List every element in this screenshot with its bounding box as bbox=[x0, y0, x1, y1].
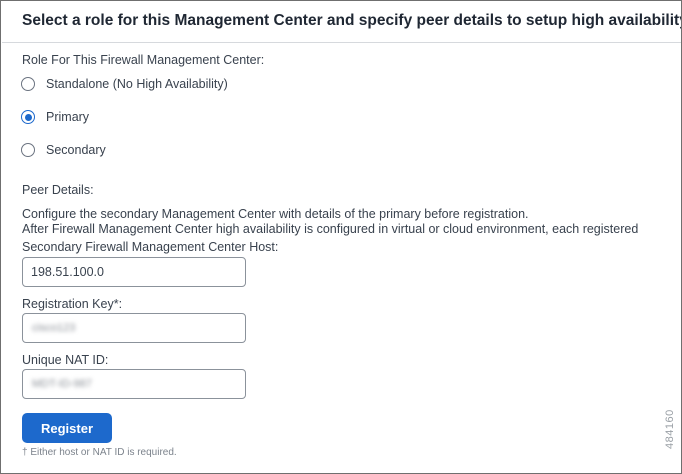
nat-id-input[interactable] bbox=[22, 369, 246, 399]
host-label: Secondary Firewall Management Center Hos… bbox=[22, 240, 279, 254]
radio-standalone-label[interactable]: Standalone (No High Availability) bbox=[46, 77, 228, 91]
radio-secondary[interactable]: Secondary bbox=[21, 141, 106, 159]
registration-key-input[interactable] bbox=[22, 313, 246, 343]
heading-divider bbox=[2, 42, 681, 43]
role-label: Role For This Firewall Management Center… bbox=[22, 53, 265, 67]
peer-details-label: Peer Details: bbox=[22, 183, 94, 197]
ha-registration-panel: Select a role for this Management Center… bbox=[0, 0, 682, 474]
radio-primary[interactable]: Primary bbox=[21, 108, 89, 126]
registration-key-label: Registration Key*: bbox=[22, 297, 123, 311]
radio-primary-label[interactable]: Primary bbox=[46, 110, 89, 124]
radio-standalone[interactable]: Standalone (No High Availability) bbox=[21, 75, 228, 93]
required-footnote: † Either host or NAT ID is required. bbox=[22, 447, 177, 458]
radio-secondary-circle[interactable] bbox=[21, 143, 35, 157]
peer-description-line2: After Firewall Management Center high av… bbox=[22, 222, 639, 236]
radio-standalone-circle[interactable] bbox=[21, 77, 35, 91]
radio-primary-circle[interactable] bbox=[21, 110, 35, 124]
peer-description-line1: Configure the secondary Management Cente… bbox=[22, 207, 529, 221]
figure-id: 484160 bbox=[664, 409, 676, 449]
nat-id-label: Unique NAT ID: bbox=[22, 353, 109, 367]
register-button[interactable]: Register bbox=[22, 413, 112, 443]
radio-secondary-label[interactable]: Secondary bbox=[46, 143, 106, 157]
page-heading: Select a role for this Management Center… bbox=[22, 12, 682, 29]
host-input[interactable] bbox=[22, 257, 246, 287]
